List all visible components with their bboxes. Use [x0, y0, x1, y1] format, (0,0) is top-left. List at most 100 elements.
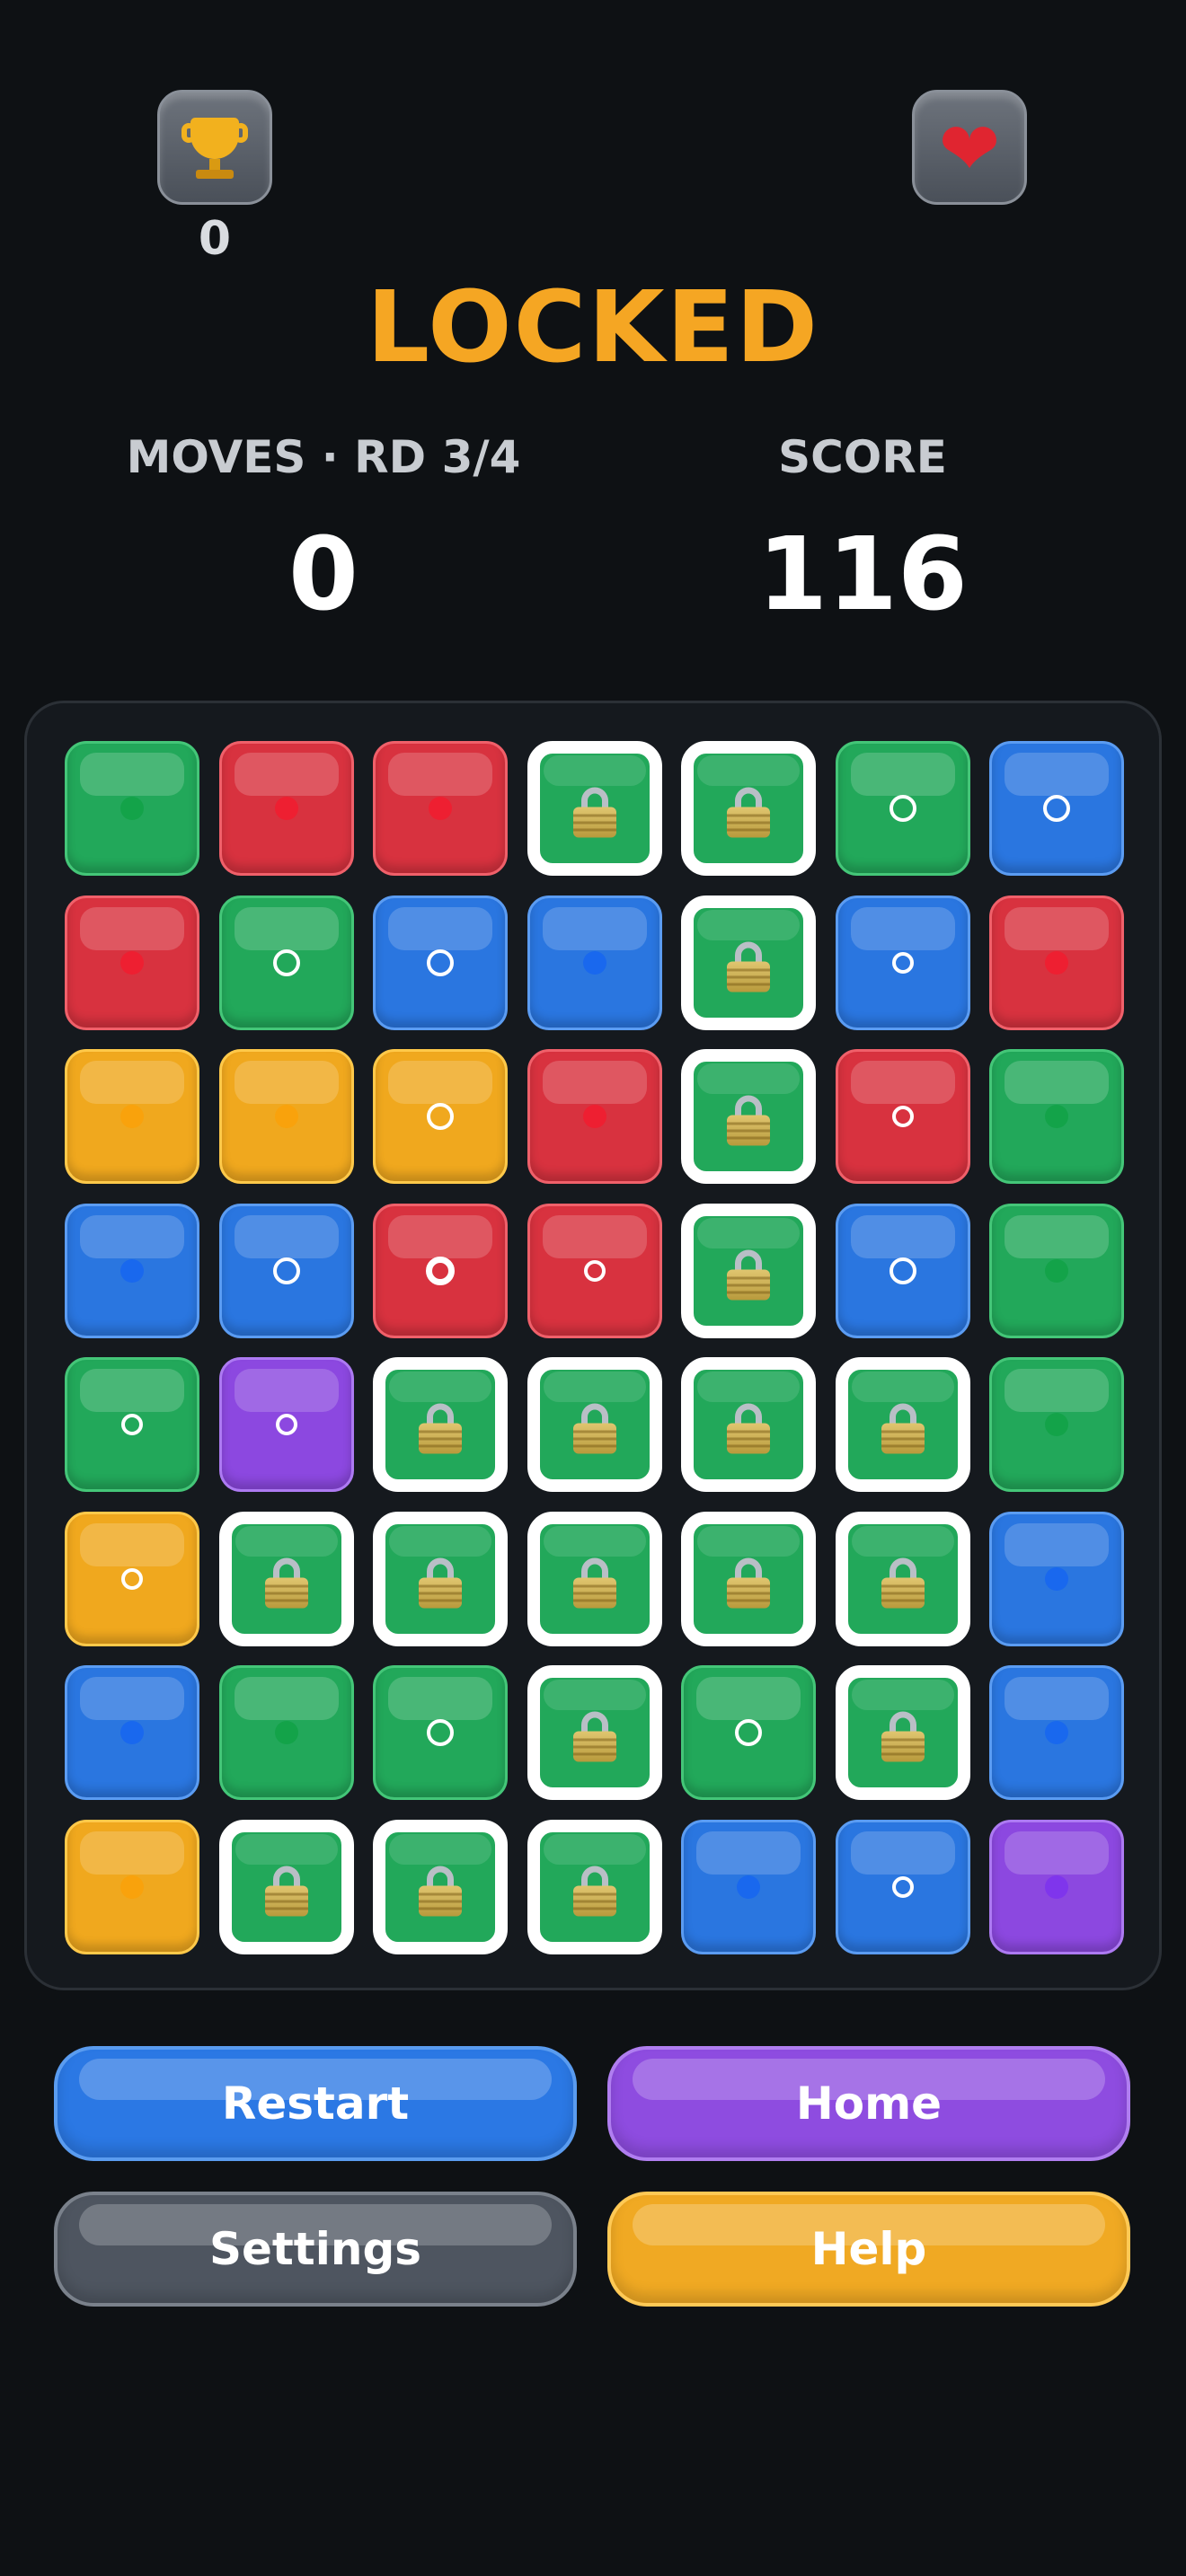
home-button[interactable]: Home: [607, 2046, 1130, 2161]
dot-marker-icon: [1045, 1413, 1068, 1436]
ring-marker-icon: [427, 1103, 454, 1130]
red-tile[interactable]: [527, 1203, 662, 1338]
yellow-tile[interactable]: [65, 1819, 199, 1954]
red-tile[interactable]: [218, 741, 354, 876]
ring-marker-icon: [735, 1719, 762, 1746]
padlock-icon: [264, 1557, 308, 1608]
dot-marker-icon: [582, 1105, 606, 1128]
locked-tile[interactable]: [835, 1665, 970, 1800]
lives-button[interactable]: ❤: [912, 90, 1027, 205]
dot-marker-icon: [1045, 950, 1068, 975]
ring-marker-icon: [1043, 795, 1070, 822]
dot-marker-icon: [429, 797, 452, 820]
locked-tile[interactable]: [681, 1511, 816, 1646]
purple-tile[interactable]: [218, 1357, 354, 1492]
locked-tile[interactable]: [835, 1357, 970, 1492]
dot-marker-icon: [1045, 1258, 1068, 1283]
dot-marker-icon: [1045, 1721, 1068, 1744]
blue-tile[interactable]: [681, 1819, 816, 1954]
green-tile[interactable]: [373, 1665, 508, 1800]
dot-marker-icon: [582, 950, 606, 975]
blue-tile[interactable]: [989, 741, 1124, 876]
red-tile[interactable]: [65, 895, 199, 1030]
blue-tile[interactable]: [527, 895, 662, 1030]
green-tile[interactable]: [681, 1665, 816, 1800]
red-tile[interactable]: [373, 1203, 508, 1338]
dot-marker-icon: [274, 797, 298, 820]
restart-button[interactable]: Restart: [54, 2046, 577, 2161]
trophy-button[interactable]: [157, 90, 272, 205]
help-button[interactable]: Help: [607, 2192, 1130, 2307]
settings-button[interactable]: Settings: [54, 2192, 577, 2307]
yellow-tile[interactable]: [65, 1511, 199, 1646]
dot-marker-icon: [120, 1721, 144, 1744]
moves-label: MOVES · RD 3/4: [126, 431, 521, 483]
locked-tile[interactable]: [527, 1819, 662, 1954]
yellow-tile[interactable]: [373, 1049, 508, 1184]
padlock-icon: [727, 1248, 770, 1300]
padlock-icon: [727, 1557, 770, 1608]
green-tile[interactable]: [989, 1357, 1124, 1492]
locked-tile[interactable]: [681, 1357, 816, 1492]
green-tile[interactable]: [218, 1665, 354, 1800]
blue-tile[interactable]: [218, 1203, 354, 1338]
dot-marker-icon: [120, 1875, 144, 1899]
green-tile[interactable]: [65, 741, 199, 876]
locked-tile[interactable]: [527, 1357, 662, 1492]
yellow-tile[interactable]: [65, 1049, 199, 1184]
ring-marker-icon: [426, 1256, 455, 1285]
padlock-icon: [727, 787, 770, 838]
locked-tile[interactable]: [527, 741, 662, 876]
locked-tile[interactable]: [681, 895, 816, 1030]
red-tile[interactable]: [373, 741, 508, 876]
dot-marker-icon: [120, 1258, 144, 1283]
locked-tile[interactable]: [681, 741, 816, 876]
locked-tile[interactable]: [681, 1049, 816, 1184]
green-tile[interactable]: [989, 1203, 1124, 1338]
ring-marker-icon: [891, 1875, 914, 1898]
ring-marker-icon: [583, 1259, 606, 1282]
dot-marker-icon: [274, 1721, 298, 1744]
padlock-icon: [727, 1403, 770, 1454]
game-title: LOCKED: [366, 269, 820, 384]
green-tile[interactable]: [218, 895, 354, 1030]
blue-tile[interactable]: [835, 1819, 970, 1954]
yellow-tile[interactable]: [218, 1049, 354, 1184]
red-tile[interactable]: [989, 895, 1124, 1030]
blue-tile[interactable]: [373, 895, 508, 1030]
padlock-icon: [264, 1865, 308, 1916]
dot-marker-icon: [274, 1105, 298, 1128]
ring-marker-icon: [272, 948, 300, 976]
dot-marker-icon: [1045, 1875, 1068, 1899]
locked-tile[interactable]: [218, 1511, 354, 1646]
blue-tile[interactable]: [989, 1511, 1124, 1646]
ring-marker-icon: [889, 1257, 916, 1284]
locked-tile[interactable]: [218, 1819, 354, 1954]
blue-tile[interactable]: [65, 1203, 199, 1338]
red-tile[interactable]: [835, 1049, 970, 1184]
locked-tile[interactable]: [527, 1511, 662, 1646]
locked-tile[interactable]: [681, 1203, 816, 1338]
red-tile[interactable]: [527, 1049, 662, 1184]
dot-marker-icon: [120, 950, 144, 975]
blue-tile[interactable]: [65, 1665, 199, 1800]
blue-tile[interactable]: [835, 895, 970, 1030]
green-tile[interactable]: [65, 1357, 199, 1492]
locked-tile[interactable]: [373, 1511, 508, 1646]
ring-marker-icon: [275, 1414, 297, 1435]
blue-tile[interactable]: [835, 1203, 970, 1338]
locked-tile[interactable]: [373, 1819, 508, 1954]
locked-tile[interactable]: [835, 1511, 970, 1646]
padlock-icon: [419, 1403, 462, 1454]
padlock-icon: [727, 1095, 770, 1146]
help-button-label: Help: [810, 2223, 927, 2275]
dot-marker-icon: [737, 1875, 760, 1899]
green-tile[interactable]: [989, 1049, 1124, 1184]
locked-tile[interactable]: [527, 1665, 662, 1800]
blue-tile[interactable]: [989, 1665, 1124, 1800]
locked-tile[interactable]: [373, 1357, 508, 1492]
trophy-count: 0: [198, 212, 232, 266]
purple-tile[interactable]: [989, 1819, 1124, 1954]
green-tile[interactable]: [835, 741, 970, 876]
score-label: SCORE: [778, 431, 947, 483]
